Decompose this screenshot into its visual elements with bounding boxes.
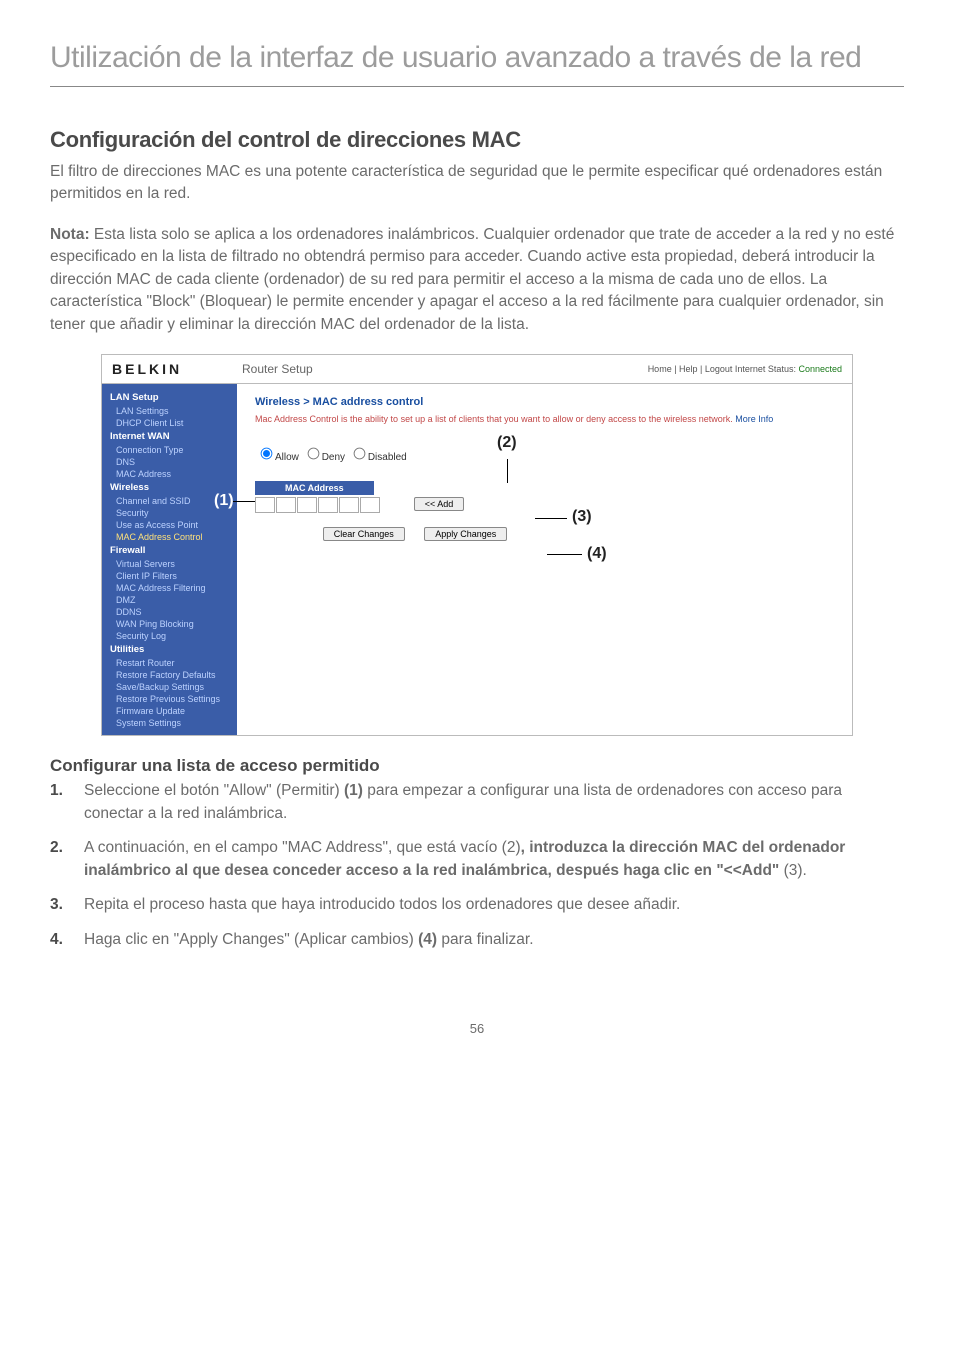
mac-octet-5[interactable]: [339, 497, 359, 513]
step-3: Repita el proceso hasta que haya introdu…: [84, 894, 904, 916]
step-2-text-a: A continuación, en el campo "MAC Address…: [84, 839, 521, 856]
note-body: Esta lista solo se aplica a los ordenado…: [50, 226, 894, 333]
note-label: Nota:: [50, 226, 90, 243]
sidebar-item-channel[interactable]: Channel and SSID: [102, 495, 237, 507]
mac-table-header: MAC Address: [255, 481, 374, 495]
mac-octet-1[interactable]: [255, 497, 275, 513]
desc-text: Mac Address Control is the ability to se…: [255, 414, 735, 424]
sidebar-item-security-log[interactable]: Security Log: [102, 630, 237, 642]
clear-changes-button[interactable]: Clear Changes: [323, 527, 405, 541]
more-info-link[interactable]: More Info: [735, 414, 773, 424]
sidebar-item-dns[interactable]: DNS: [102, 456, 237, 468]
note-paragraph: Nota: Esta lista solo se aplica a los or…: [50, 224, 904, 336]
add-button[interactable]: << Add: [414, 497, 465, 511]
step-2-text-c: (3).: [779, 862, 807, 879]
sidebar-item-system[interactable]: System Settings: [102, 717, 237, 729]
header-links-text: Home | Help | Logout Internet Status:: [648, 364, 796, 374]
radio-allow[interactable]: Allow: [255, 452, 299, 463]
sidebar-item-mac-control[interactable]: MAC Address Control: [102, 531, 237, 543]
sidebar-item-firmware[interactable]: Firmware Update: [102, 705, 237, 717]
callout-line-3: [535, 518, 567, 519]
sidebar-item-restore-prev[interactable]: Restore Previous Settings: [102, 693, 237, 705]
sidebar-item-ap[interactable]: Use as Access Point: [102, 519, 237, 531]
callout-3: (3): [572, 508, 592, 526]
step-1: Seleccione el botón "Allow" (Permitir) (…: [84, 780, 904, 825]
section-heading: Configuración del control de direcciones…: [50, 127, 904, 153]
sidebar-cat-utilities: Utilities: [102, 642, 237, 657]
callout-line-2: [507, 459, 508, 483]
mac-input-group: [255, 497, 381, 513]
header-links[interactable]: Home | Help | Logout Internet Status: Co…: [648, 364, 842, 374]
radio-deny-label: Deny: [322, 452, 345, 463]
sidebar-nav: LAN Setup LAN Settings DHCP Client List …: [102, 384, 237, 735]
sidebar-item-virtual-servers[interactable]: Virtual Servers: [102, 558, 237, 570]
callout-4: (4): [587, 545, 607, 563]
sidebar-item-lan-settings[interactable]: LAN Settings: [102, 405, 237, 417]
sidebar-cat-wireless: Wireless: [102, 480, 237, 495]
mac-octet-4[interactable]: [318, 497, 338, 513]
callout-line-4: [547, 554, 582, 555]
sidebar-cat-lan: LAN Setup: [102, 390, 237, 405]
sidebar-item-restore-defaults[interactable]: Restore Factory Defaults: [102, 669, 237, 681]
mac-octet-2[interactable]: [276, 497, 296, 513]
sidebar-item-conn-type[interactable]: Connection Type: [102, 444, 237, 456]
steps-list: Seleccione el botón "Allow" (Permitir) (…: [50, 780, 904, 951]
sidebar-item-restart[interactable]: Restart Router: [102, 657, 237, 669]
router-setup-title: Router Setup: [242, 362, 648, 376]
feature-description: Mac Address Control is the ability to se…: [255, 414, 834, 426]
mode-radio-group: Allow Deny Disabled: [255, 444, 834, 463]
radio-disabled-input[interactable]: [353, 448, 365, 460]
radio-disabled[interactable]: Disabled: [348, 452, 407, 463]
sidebar-item-security[interactable]: Security: [102, 507, 237, 519]
router-ui-screenshot: BELKIN Router Setup Home | Help | Logout…: [101, 354, 853, 736]
radio-deny-input[interactable]: [307, 448, 319, 460]
intro-paragraph: El filtro de direcciones MAC es una pote…: [50, 161, 904, 206]
step-4-text-b: para finalizar.: [437, 931, 534, 948]
page-title: Utilización de la interfaz de usuario av…: [50, 40, 904, 76]
figure-main: Wireless > MAC address control Mac Addre…: [237, 384, 852, 735]
figure-header: BELKIN Router Setup Home | Help | Logout…: [102, 355, 852, 384]
sidebar-item-mac-filtering[interactable]: MAC Address Filtering: [102, 582, 237, 594]
step-2: A continuación, en el campo "MAC Address…: [84, 837, 904, 882]
radio-allow-input[interactable]: [261, 448, 273, 460]
brand-logo: BELKIN: [112, 361, 242, 377]
sidebar-cat-firewall: Firewall: [102, 543, 237, 558]
mac-octet-6[interactable]: [360, 497, 380, 513]
apply-changes-button[interactable]: Apply Changes: [424, 527, 507, 541]
sidebar-item-dhcp[interactable]: DHCP Client List: [102, 417, 237, 429]
internet-status: Connected: [796, 364, 842, 374]
step-1-ref: (1): [344, 782, 363, 799]
sidebar-item-wan-ping[interactable]: WAN Ping Blocking: [102, 618, 237, 630]
radio-deny[interactable]: Deny: [302, 452, 345, 463]
title-rule: [50, 86, 904, 87]
radio-disabled-label: Disabled: [368, 452, 407, 463]
mac-octet-3[interactable]: [297, 497, 317, 513]
breadcrumb: Wireless > MAC address control: [255, 396, 834, 408]
step-4-ref: (4): [418, 931, 437, 948]
mac-table: MAC Address << Add: [255, 481, 464, 513]
sidebar-item-dmz[interactable]: DMZ: [102, 594, 237, 606]
sidebar-item-ddns[interactable]: DDNS: [102, 606, 237, 618]
step-4: Haga clic en "Apply Changes" (Aplicar ca…: [84, 929, 904, 951]
radio-allow-label: Allow: [275, 452, 299, 463]
sidebar-item-save-backup[interactable]: Save/Backup Settings: [102, 681, 237, 693]
step-4-text-a: Haga clic en "Apply Changes" (Aplicar ca…: [84, 931, 418, 948]
action-buttons: Clear Changes Apply Changes: [255, 527, 575, 541]
step-1-text-a: Seleccione el botón "Allow" (Permitir): [84, 782, 344, 799]
sidebar-cat-wan: Internet WAN: [102, 429, 237, 444]
page-number: 56: [50, 1021, 904, 1036]
sidebar-item-client-filters[interactable]: Client IP Filters: [102, 570, 237, 582]
subsection-heading: Configurar una lista de acceso permitido: [50, 756, 904, 776]
sidebar-item-mac-address[interactable]: MAC Address: [102, 468, 237, 480]
